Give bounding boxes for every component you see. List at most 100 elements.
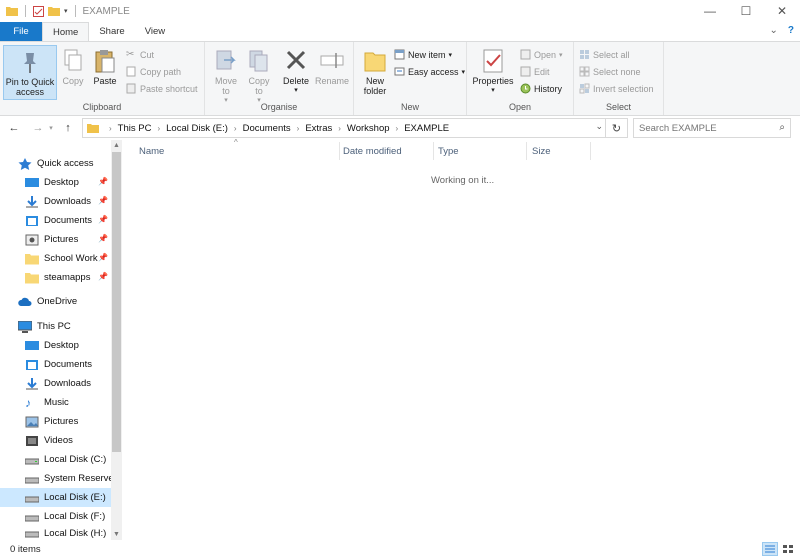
select-all-button[interactable]: Select all [579, 49, 630, 60]
nav-pc-local-disk-h[interactable]: Local Disk (H:) [0, 526, 112, 540]
breadcrumb-separator[interactable]: › [103, 124, 118, 133]
nav-pc-videos[interactable]: Videos [0, 431, 112, 450]
separator [74, 5, 76, 17]
paste-shortcut-button[interactable]: Paste shortcut [126, 83, 198, 94]
column-size[interactable]: Size [532, 140, 590, 162]
delete-button[interactable]: Delete ▾ [281, 45, 311, 96]
edit-button[interactable]: Edit [520, 66, 550, 77]
nav-quick-desktop[interactable]: Desktop 📌 [0, 173, 112, 192]
up-arrow-icon[interactable]: ↑ [60, 122, 76, 134]
nav-scrollbar[interactable]: ▲ ▼ [111, 140, 122, 540]
easy-access-button[interactable]: Easy access ▾ [394, 66, 465, 77]
file-list[interactable]: ^ Name Date modified Type Size Working o… [122, 138, 800, 540]
refresh-button[interactable]: ↻ [606, 118, 628, 138]
invert-selection-button[interactable]: Invert selection [579, 83, 654, 94]
copy-to-button[interactable]: Copy to ▾ [244, 45, 274, 106]
breadcrumb-workshop[interactable]: Workshop › [347, 123, 404, 134]
pin-icon[interactable]: 📌 [98, 196, 108, 205]
scroll-thumb[interactable] [112, 152, 121, 452]
nav-pc-system-reserved[interactable]: System Reserved [0, 469, 112, 488]
new-item-button[interactable]: New item ▾ [394, 49, 452, 60]
breadcrumb-example[interactable]: EXAMPLE [404, 123, 449, 134]
nav-quick-school-work[interactable]: School Work 📌 [0, 249, 112, 268]
pin-icon[interactable]: 📌 [98, 234, 108, 243]
properties-label: Properties [472, 76, 514, 86]
quick-access-toolbar-dropdown-icon[interactable]: ▾ [64, 7, 68, 15]
pin-icon[interactable]: 📌 [98, 215, 108, 224]
scroll-up-icon[interactable]: ▲ [111, 140, 122, 151]
pin-icon[interactable]: 📌 [98, 177, 108, 186]
cut-button[interactable]: ✂ Cut [126, 49, 154, 60]
maximize-button[interactable]: ☐ [728, 0, 764, 22]
open-label: Open [534, 49, 557, 60]
pin-icon[interactable]: 📌 [98, 253, 108, 262]
forward-arrow-icon[interactable]: → [30, 122, 46, 134]
properties-quick-icon[interactable] [33, 5, 44, 17]
column-divider[interactable] [526, 142, 527, 160]
search-box[interactable]: ⌕ [633, 118, 791, 138]
invert-selection-icon [579, 83, 590, 94]
tab-file[interactable]: File [0, 22, 42, 41]
desktop-icon [25, 177, 39, 187]
column-divider[interactable] [339, 142, 340, 160]
search-input[interactable] [639, 122, 769, 134]
breadcrumb-extras[interactable]: Extras › [305, 123, 347, 134]
back-arrow-icon[interactable]: ← [6, 122, 22, 134]
edit-icon [520, 66, 531, 77]
history-button[interactable]: History [520, 83, 562, 94]
nav-quick-access[interactable]: Quick access [0, 154, 112, 173]
ribbon-collapse-icon[interactable]: ⌄ [770, 25, 778, 36]
nav-pc-documents[interactable]: Documents [0, 355, 112, 374]
address-bar[interactable]: › This PC › Local Disk (E:) › Documents › E… [82, 118, 606, 138]
pin-to-quick-access-button[interactable]: Pin to Quick access [3, 45, 57, 100]
documents-icon [26, 359, 38, 370]
nav-quick-pictures[interactable]: Pictures 📌 [0, 230, 112, 249]
tab-home[interactable]: Home [42, 22, 90, 41]
details-view-button[interactable] [762, 542, 778, 556]
nav-quick-downloads[interactable]: Downloads 📌 [0, 192, 112, 211]
properties-button[interactable]: Properties ▾ [471, 45, 515, 96]
pin-icon[interactable]: 📌 [98, 272, 108, 281]
minimize-button[interactable]: — [692, 0, 728, 22]
easy-access-label: Easy access [408, 66, 459, 77]
nav-pc-local-disk-c[interactable]: Local Disk (C:) [0, 450, 112, 469]
column-divider[interactable] [590, 142, 591, 160]
move-to-button[interactable]: Move to ▾ [211, 45, 241, 106]
recent-locations-chevron-icon[interactable]: ▾ [46, 124, 56, 132]
column-divider[interactable] [433, 142, 434, 160]
tab-share[interactable]: Share [89, 22, 134, 41]
copy-button[interactable]: Copy [60, 45, 86, 86]
nav-this-pc[interactable]: This PC [0, 317, 112, 336]
nav-pc-local-disk-f[interactable]: Local Disk (F:) [0, 507, 112, 526]
breadcrumb-local-disk-e[interactable]: Local Disk (E:) › [166, 123, 242, 134]
search-icon[interactable]: ⌕ [779, 122, 785, 133]
nav-onedrive[interactable]: OneDrive [0, 292, 112, 311]
paste-button[interactable]: Paste [91, 45, 119, 86]
copy-path-button[interactable]: Copy path [126, 66, 181, 77]
pictures-icon [25, 234, 39, 245]
refresh-icon: ↻ [611, 122, 622, 135]
column-date-modified[interactable]: Date modified [343, 140, 433, 162]
column-type[interactable]: Type [438, 140, 526, 162]
nav-pc-pictures[interactable]: Pictures [0, 412, 112, 431]
select-none-button[interactable]: Select none [579, 66, 641, 77]
open-button[interactable]: Open ▾ [520, 49, 563, 60]
close-button[interactable]: ✕ [764, 0, 800, 22]
nav-quick-documents[interactable]: Documents 📌 [0, 211, 112, 230]
new-folder-quick-icon[interactable] [48, 6, 60, 16]
nav-pc-local-disk-e[interactable]: Local Disk (E:) [0, 488, 112, 507]
nav-pc-downloads[interactable]: Downloads [0, 374, 112, 393]
rename-button[interactable]: Rename [315, 45, 349, 86]
breadcrumb-this-pc[interactable]: This PC › [118, 123, 166, 134]
nav-quick-steamapps[interactable]: steamapps 📌 [0, 268, 112, 287]
help-icon[interactable]: ? [788, 25, 794, 36]
large-icons-view-button[interactable] [780, 542, 796, 556]
column-name[interactable]: Name [139, 140, 339, 162]
scroll-down-icon[interactable]: ▼ [111, 529, 122, 540]
tab-view[interactable]: View [135, 22, 175, 41]
address-history-chevron-icon[interactable]: ⌄ [595, 121, 603, 132]
nav-pc-desktop[interactable]: Desktop [0, 336, 112, 355]
new-folder-button[interactable]: New folder [358, 45, 392, 96]
nav-pc-music[interactable]: ♪ Music [0, 393, 112, 412]
breadcrumb-documents[interactable]: Documents › [243, 123, 306, 134]
